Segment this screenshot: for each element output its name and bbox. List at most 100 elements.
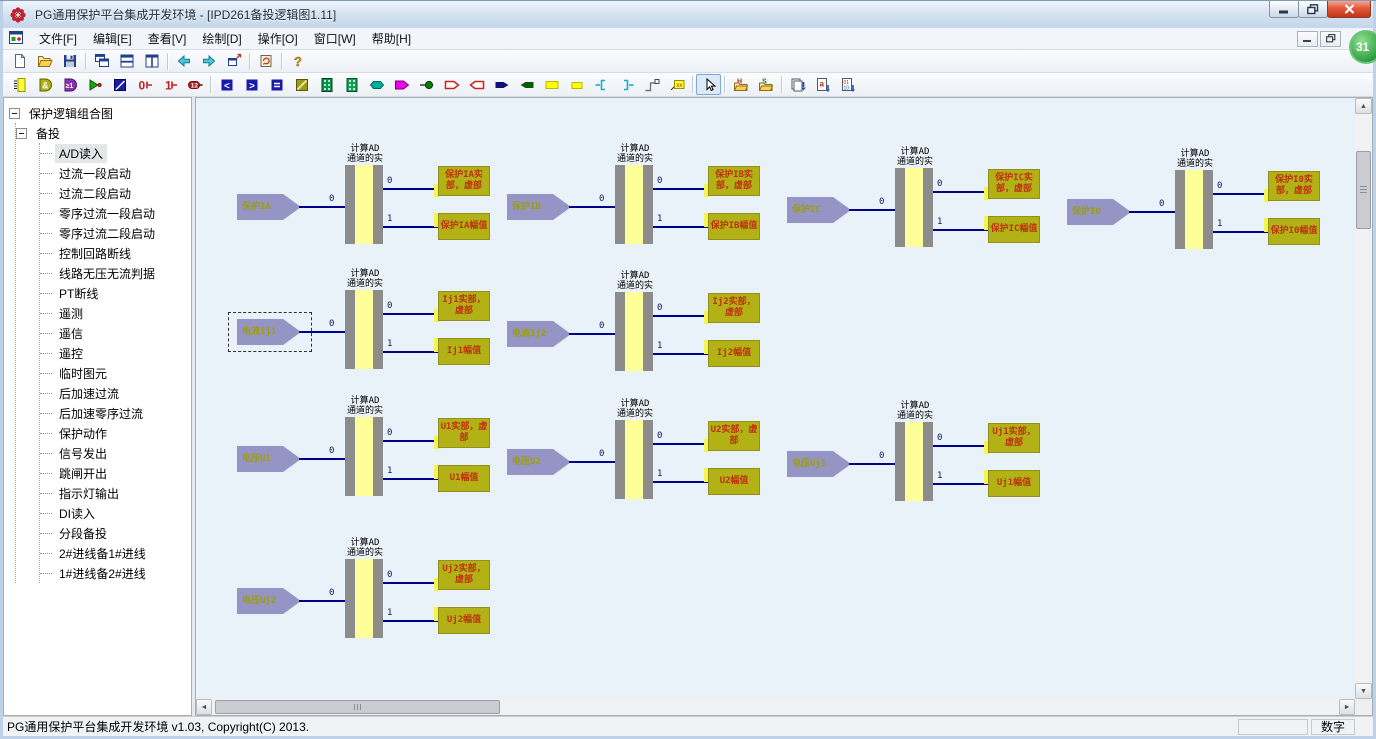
- output-box-top[interactable]: Uj1实部，虚部: [988, 423, 1040, 453]
- output-box-bottom[interactable]: U1幅值: [438, 465, 490, 492]
- output-box-top[interactable]: U1实部，虚部: [438, 418, 490, 448]
- tree-item[interactable]: 过流二段启动: [40, 183, 189, 203]
- tree-item[interactable]: 过流一段启动: [40, 163, 189, 183]
- tree-item[interactable]: 备投: [16, 123, 189, 143]
- less-than-icon[interactable]: <: [214, 74, 239, 95]
- menu-operate[interactable]: 操作[O]: [250, 27, 306, 50]
- tree-item[interactable]: PT断线: [40, 283, 189, 303]
- tree-item[interactable]: 1#进线备2#进线: [40, 563, 189, 583]
- output-box-bottom[interactable]: U2幅值: [708, 468, 760, 495]
- open-file-icon[interactable]: [32, 51, 57, 72]
- input-tag[interactable]: 电压Uj2: [237, 588, 301, 614]
- menu-help[interactable]: 帮助[H]: [364, 27, 419, 50]
- output-box-bottom[interactable]: Uj1幅值: [988, 470, 1040, 497]
- input-tag[interactable]: 电压U1: [237, 446, 301, 472]
- child-restore-button[interactable]: [1320, 31, 1341, 47]
- tree-item[interactable]: 保护动作: [40, 423, 189, 443]
- output-box-top[interactable]: 保护I0实部，虚部: [1268, 171, 1320, 201]
- tree-expand-box[interactable]: [9, 108, 20, 119]
- doc-num-export-icon[interactable]: 0110: [835, 74, 860, 95]
- forward-icon[interactable]: [196, 51, 221, 72]
- tree-item[interactable]: 零序过流二段启动: [40, 223, 189, 243]
- output-box-bottom[interactable]: 保护I0幅值: [1268, 218, 1320, 245]
- scroll-down-button[interactable]: ▼: [1355, 683, 1372, 699]
- output-box-bottom[interactable]: 保护IB幅值: [708, 213, 760, 240]
- tree-item[interactable]: 遥测: [40, 303, 189, 323]
- child-minimize-button[interactable]: [1297, 31, 1318, 47]
- navy-arrow-right-icon[interactable]: [489, 74, 514, 95]
- input-tag[interactable]: 保护I0: [1067, 199, 1131, 225]
- input-tag[interactable]: 电流Ij2: [507, 321, 571, 347]
- tree-item[interactable]: 分段备投: [40, 523, 189, 543]
- tree-item[interactable]: 跳闸开出: [40, 463, 189, 483]
- back-icon[interactable]: [171, 51, 196, 72]
- text-label-icon[interactable]: xx: [664, 74, 689, 95]
- ad-function-block[interactable]: [1175, 170, 1213, 249]
- scroll-up-button[interactable]: ▲: [1355, 98, 1372, 114]
- ad-function-block[interactable]: [345, 417, 383, 496]
- output-box-top[interactable]: Ij2实部，虚部: [708, 293, 760, 323]
- input-tag[interactable]: 保护IB: [507, 194, 571, 220]
- output-box-bottom[interactable]: Ij2幅值: [708, 340, 760, 367]
- output-box-top[interactable]: 保护IB实部，虚部: [708, 166, 760, 196]
- ad-block-icon[interactable]: [7, 74, 32, 95]
- tree-expand-box[interactable]: [16, 128, 27, 139]
- ad-function-block[interactable]: [345, 559, 383, 638]
- ad-function-block[interactable]: [615, 292, 653, 371]
- menu-view[interactable]: 查看[V]: [140, 27, 195, 50]
- yellow-box-icon[interactable]: [539, 74, 564, 95]
- tree-item[interactable]: A/D读入: [40, 143, 189, 163]
- menu-draw[interactable]: 绘制[D]: [194, 27, 249, 50]
- overlay-badge[interactable]: 31: [1349, 30, 1376, 64]
- matrix-block-icon[interactable]: [314, 74, 339, 95]
- or-gate-icon[interactable]: ≥1: [57, 74, 82, 95]
- output-box-bottom[interactable]: 保护IC幅值: [988, 216, 1040, 243]
- tree-item[interactable]: 信号发出: [40, 443, 189, 463]
- tree-item[interactable]: 2#进线备1#进线: [40, 543, 189, 563]
- tree-item[interactable]: 遥控: [40, 343, 189, 363]
- ad-function-block[interactable]: [895, 422, 933, 501]
- tile-horizontal-icon[interactable]: [114, 51, 139, 72]
- select-cursor-icon[interactable]: [696, 74, 721, 95]
- input-tag[interactable]: 电压Uj1: [787, 451, 851, 477]
- tree-item[interactable]: 指示灯输出: [40, 483, 189, 503]
- yellow-box-small-icon[interactable]: [564, 74, 589, 95]
- greater-than-icon[interactable]: >: [239, 74, 264, 95]
- close-button[interactable]: [1327, 1, 1371, 18]
- output-box-bottom[interactable]: Ij1幅值: [438, 338, 490, 365]
- folder-s-icon[interactable]: S: [753, 74, 778, 95]
- restore-button[interactable]: [1298, 1, 1328, 18]
- const-one-icon[interactable]: 1: [157, 74, 182, 95]
- vertical-scrollbar[interactable]: ▲ ▼: [1355, 98, 1372, 699]
- green-arrow-left-icon[interactable]: [514, 74, 539, 95]
- equal-icon[interactable]: [264, 74, 289, 95]
- help-icon[interactable]: ?: [285, 51, 310, 72]
- ad-function-block[interactable]: [615, 420, 653, 499]
- output-box-top[interactable]: U2实部，虚部: [708, 421, 760, 451]
- scroll-right-button[interactable]: ►: [1339, 699, 1355, 715]
- bracket-open-icon[interactable]: [589, 74, 614, 95]
- slash-block-icon[interactable]: [289, 74, 314, 95]
- tree-item[interactable]: 遥信: [40, 323, 189, 343]
- tree-item[interactable]: DI读入: [40, 503, 189, 523]
- output-box-top[interactable]: 保护IC实部，虚部: [988, 169, 1040, 199]
- drawing-area[interactable]: 计算AD通道的实保护IA001保护IA实部，虚部保护IA幅值计算AD通道的实保护…: [196, 98, 1355, 699]
- cascade-windows-icon[interactable]: [89, 51, 114, 72]
- tree-item[interactable]: 保护逻辑组合图: [9, 103, 189, 123]
- input-tag[interactable]: 电压U2: [507, 449, 571, 475]
- not-gate-icon[interactable]: [82, 74, 107, 95]
- const-zero-icon[interactable]: 0: [132, 74, 157, 95]
- teal-node-icon[interactable]: [364, 74, 389, 95]
- bracket-close-icon[interactable]: [614, 74, 639, 95]
- new-file-icon[interactable]: [7, 51, 32, 72]
- polyline-icon[interactable]: [639, 74, 664, 95]
- output-box-top[interactable]: 保护IA实部，虚部: [438, 166, 490, 196]
- input-tag[interactable]: 保护IA: [237, 194, 301, 220]
- menu-file[interactable]: 文件[F]: [31, 27, 85, 50]
- output-box-bottom[interactable]: Uj2幅值: [438, 607, 490, 634]
- tree-item[interactable]: 控制回路断线: [40, 243, 189, 263]
- horizontal-scrollbar[interactable]: ◄ ►: [196, 699, 1355, 715]
- ad-function-block[interactable]: [615, 165, 653, 244]
- ad-function-block[interactable]: [345, 290, 383, 369]
- xor-block-icon[interactable]: [107, 74, 132, 95]
